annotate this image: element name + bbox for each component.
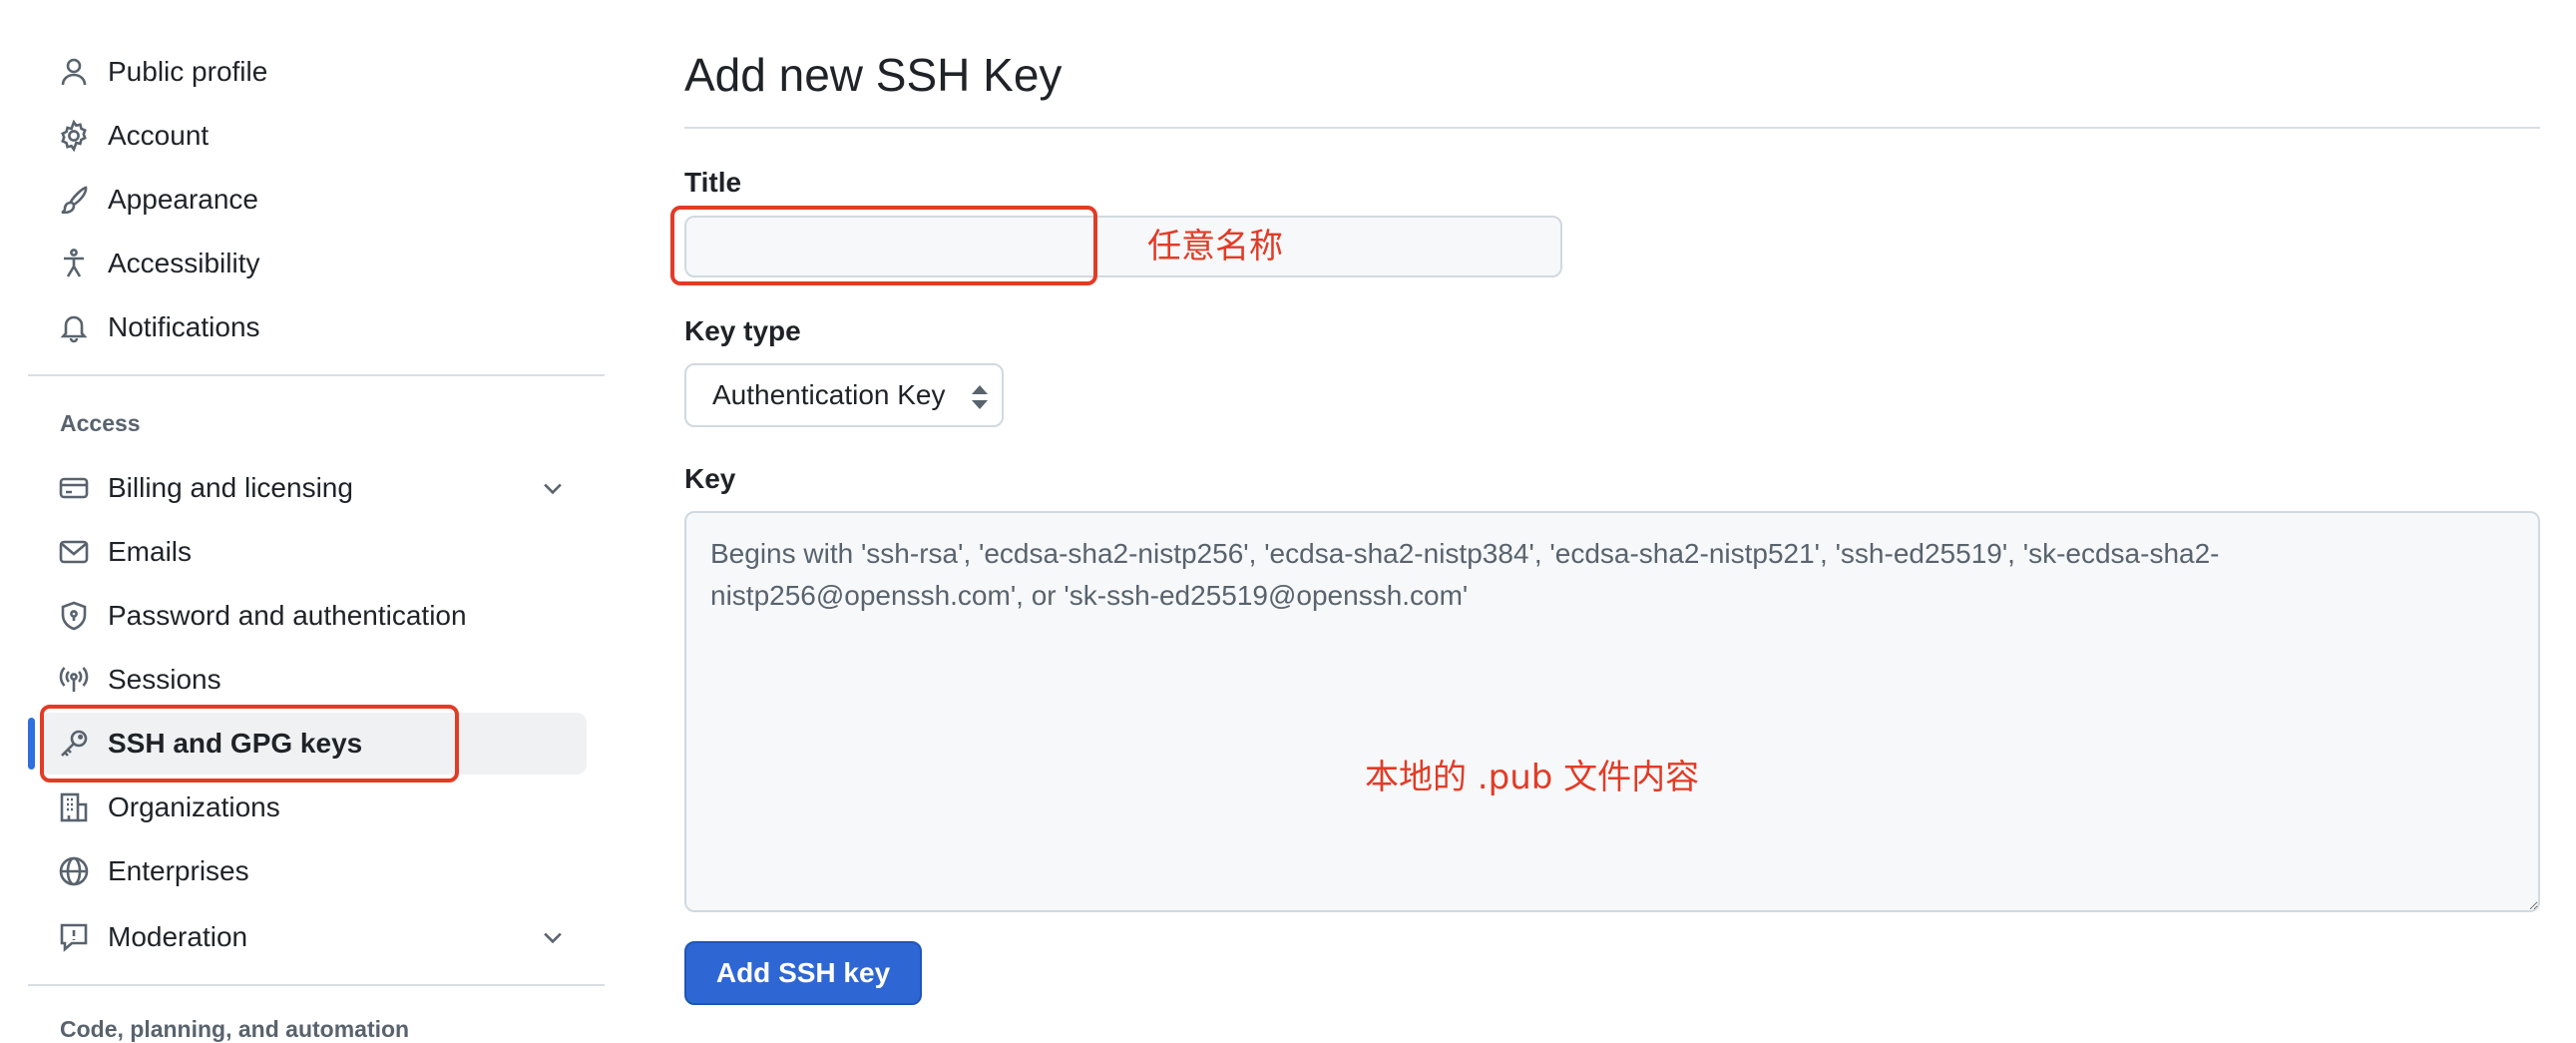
sidebar-item-account[interactable]: Account bbox=[40, 105, 587, 167]
sidebar-item-label: Password and authentication bbox=[108, 600, 467, 631]
title-input[interactable] bbox=[684, 216, 1562, 277]
sidebar-item-appearance[interactable]: Appearance bbox=[40, 169, 587, 231]
sidebar-item-label: Account bbox=[108, 120, 210, 151]
annotation-title-note: 任意名称 bbox=[1147, 227, 1283, 266]
sidebar-item-moderation[interactable]: Moderation bbox=[40, 906, 587, 968]
chevron-down-icon[interactable] bbox=[539, 474, 567, 502]
sidebar-item-label: Moderation bbox=[108, 921, 248, 952]
bell-icon bbox=[58, 311, 90, 343]
title-label: Title bbox=[684, 167, 742, 198]
sidebar-item-accessibility[interactable]: Accessibility bbox=[40, 233, 587, 294]
key-icon bbox=[58, 728, 90, 760]
key-textarea[interactable] bbox=[684, 511, 2540, 912]
shield-lock-icon bbox=[58, 600, 90, 632]
organization-icon bbox=[58, 791, 90, 823]
sidebar-item-billing[interactable]: Billing and licensing bbox=[40, 457, 587, 519]
key-type-select[interactable]: Authentication Key bbox=[684, 363, 1004, 427]
sidebar-item-emails[interactable]: Emails bbox=[40, 521, 587, 583]
globe-icon bbox=[58, 855, 90, 887]
sidebar-item-label: Public profile bbox=[108, 56, 268, 87]
select-arrows-icon bbox=[972, 385, 988, 409]
annotation-key-note: 本地的 .pub 文件内容 bbox=[1365, 758, 1700, 797]
sidebar-item-label: Organizations bbox=[108, 791, 280, 822]
report-icon bbox=[58, 921, 90, 953]
active-nav-indicator bbox=[28, 718, 35, 770]
sidebar-item-label: Sessions bbox=[108, 664, 221, 695]
add-ssh-key-form: Add new SSH Key Title Key type Authentic… bbox=[670, 0, 2540, 1032]
sidebar-item-label: Emails bbox=[108, 536, 193, 567]
key-label: Key bbox=[684, 463, 736, 494]
sidebar-section-heading-code: Code, planning, and automation bbox=[60, 1016, 410, 1042]
broadcast-icon bbox=[58, 664, 90, 696]
sidebar-item-ssh-gpg-keys[interactable]: SSH and GPG keys bbox=[40, 713, 587, 775]
sidebar-item-notifications[interactable]: Notifications bbox=[40, 296, 587, 358]
sidebar-item-label: Enterprises bbox=[108, 855, 249, 886]
key-type-label: Key type bbox=[684, 315, 801, 346]
sidebar-item-label: Billing and licensing bbox=[108, 472, 353, 503]
sidebar-item-public-profile[interactable]: Public profile bbox=[40, 41, 587, 103]
title-divider bbox=[684, 127, 2540, 129]
key-type-selected: Authentication Key bbox=[712, 379, 946, 410]
add-ssh-key-button[interactable]: Add SSH key bbox=[684, 941, 922, 1005]
gear-icon bbox=[58, 120, 90, 152]
page-title: Add new SSH Key bbox=[684, 49, 1063, 101]
paintbrush-icon bbox=[58, 184, 90, 216]
credit-card-icon bbox=[58, 472, 90, 504]
sidebar-divider bbox=[28, 374, 605, 376]
sidebar-item-label: Appearance bbox=[108, 184, 259, 215]
person-icon bbox=[58, 56, 90, 88]
sidebar-item-label: Accessibility bbox=[108, 248, 260, 278]
settings-sidebar: Public profile Account Appearance Access… bbox=[0, 0, 619, 1042]
sidebar-item-enterprises[interactable]: Enterprises bbox=[40, 840, 587, 902]
accessibility-icon bbox=[58, 248, 90, 279]
sidebar-item-label: SSH and GPG keys bbox=[108, 728, 363, 759]
sidebar-item-label: Notifications bbox=[108, 311, 260, 342]
mail-icon bbox=[58, 536, 90, 568]
sidebar-item-sessions[interactable]: Sessions bbox=[40, 649, 587, 711]
sidebar-section-heading-access: Access bbox=[60, 410, 141, 436]
chevron-down-icon[interactable] bbox=[539, 923, 567, 951]
sidebar-item-organizations[interactable]: Organizations bbox=[40, 777, 587, 838]
sidebar-divider bbox=[28, 984, 605, 986]
sidebar-item-password-auth[interactable]: Password and authentication bbox=[40, 585, 587, 647]
